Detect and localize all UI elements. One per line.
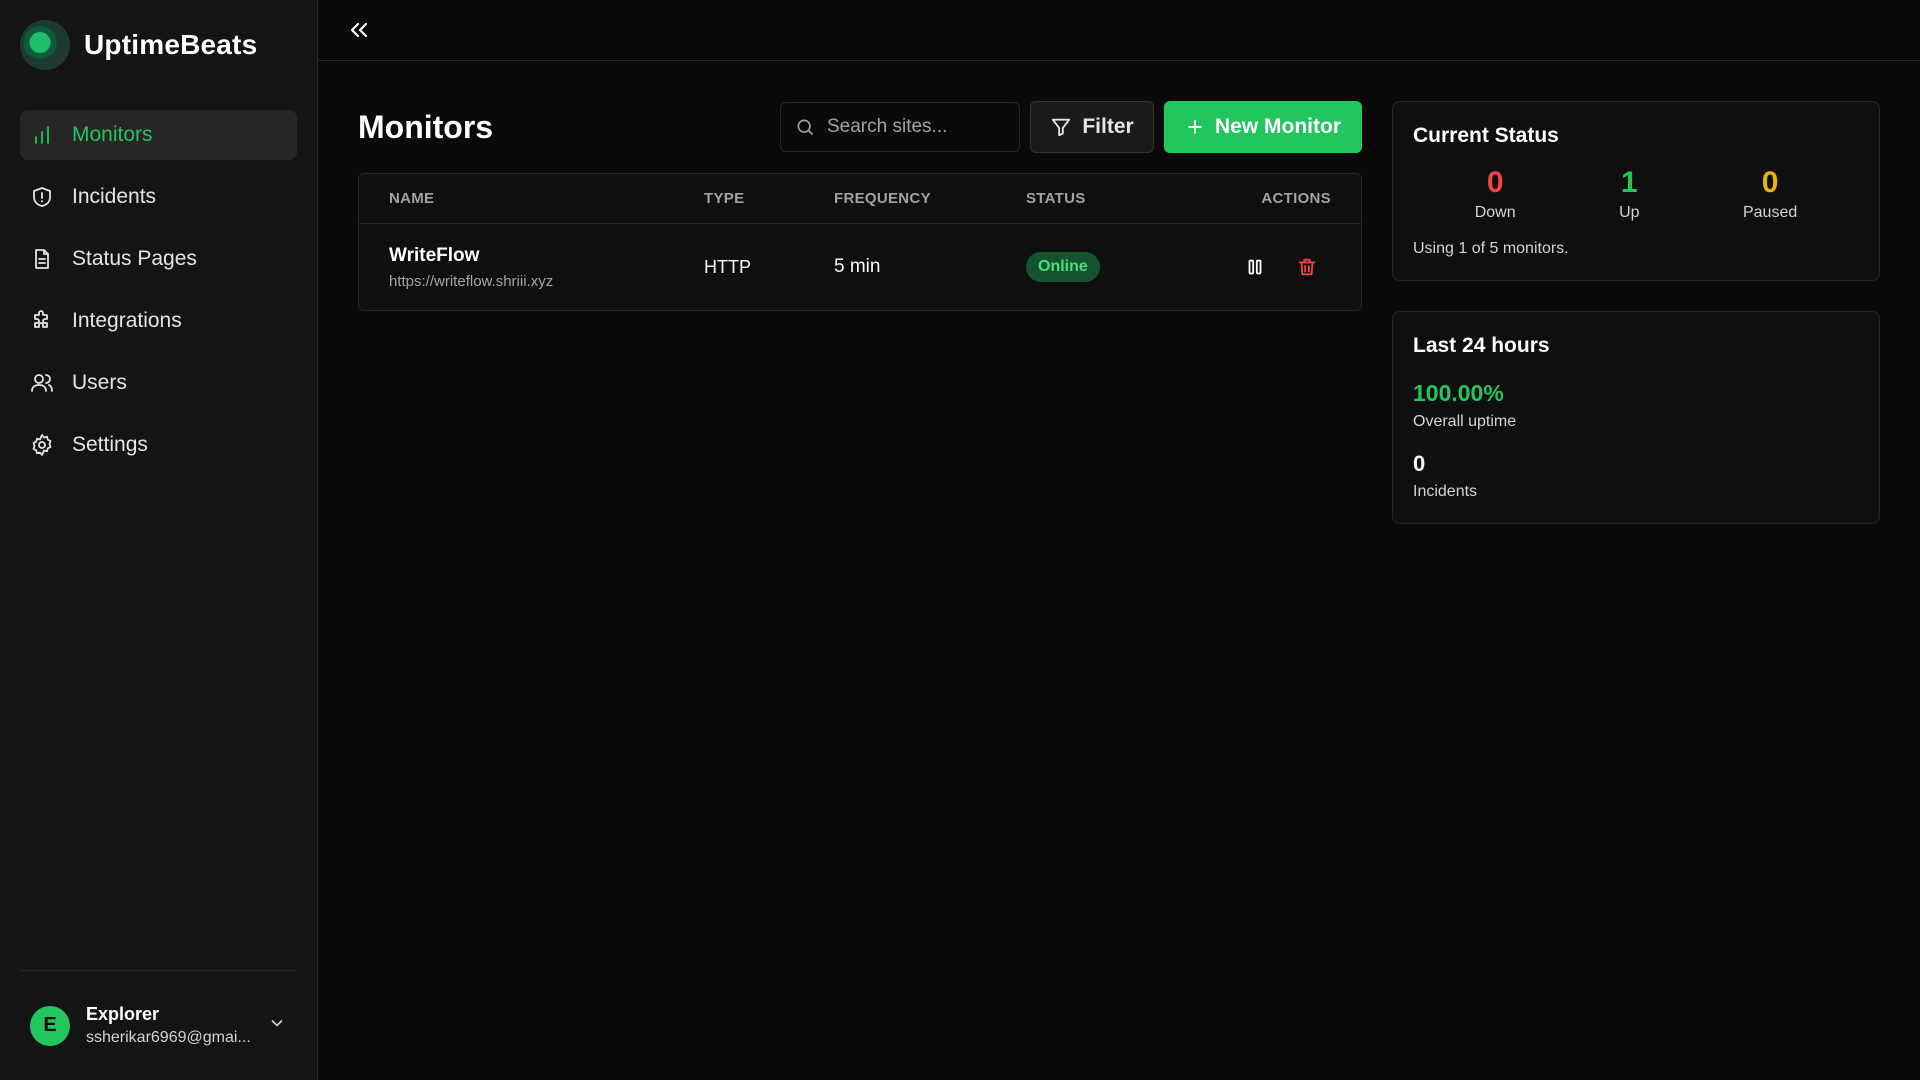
pause-button[interactable] — [1243, 255, 1267, 279]
plus-icon — [1188, 120, 1202, 134]
last-24-hours-card: Last 24 hours 100.00% Overall uptime 0 I… — [1392, 311, 1880, 524]
column-header-type: TYPE — [704, 190, 745, 207]
current-status-title: Current Status — [1413, 124, 1559, 147]
search-icon — [797, 119, 814, 136]
users-icon — [30, 371, 54, 395]
content: Monitors Filter New Monitor — [318, 61, 1920, 524]
avatar: E — [30, 1005, 70, 1046]
user-name: Explorer — [86, 1004, 160, 1024]
sidebar-item-label: Settings — [72, 433, 148, 456]
user-info: Explorer ssherikar6969@gmai... — [86, 1004, 251, 1047]
sidebar-item-settings[interactable]: Settings — [20, 420, 297, 470]
sidebar-item-incidents[interactable]: Incidents — [20, 172, 297, 222]
monitors-header: Monitors Filter New Monitor — [358, 101, 1362, 153]
usage-text: Using 1 of 5 monitors. — [1413, 240, 1569, 257]
sidebar-item-label: Incidents — [72, 185, 157, 208]
sidebar-item-integrations[interactable]: Integrations — [20, 296, 297, 346]
current-status-card: Current Status 0 Down 1 Up 0 Paused Usin… — [1392, 101, 1880, 281]
chevron-down-icon[interactable] — [267, 1013, 287, 1038]
monitors-section: Monitors Filter New Monitor — [358, 101, 1362, 524]
monitors-table: NAME TYPE FREQUENCY STATUS ACTIONS Write… — [358, 173, 1362, 311]
monitor-name[interactable]: WriteFlow — [389, 245, 704, 267]
status-badge: Online — [1026, 252, 1100, 282]
last-24-hours-title: Last 24 hours — [1413, 334, 1550, 357]
filter-label: Filter — [1082, 115, 1134, 138]
pause-icon — [1248, 259, 1262, 275]
column-header-name: NAME — [389, 190, 435, 207]
stat-paused: 0 Paused — [1743, 166, 1797, 222]
app-root: UptimeBeats Monitors Incidents Status Pa… — [0, 0, 1920, 1080]
up-label: Up — [1619, 204, 1640, 221]
brand[interactable]: UptimeBeats — [20, 0, 297, 90]
sidebar-item-monitors[interactable]: Monitors — [20, 110, 297, 160]
sidebar: UptimeBeats Monitors Incidents Status Pa… — [0, 0, 318, 1080]
sidebar-item-label: Users — [72, 371, 127, 394]
page-title: Monitors — [358, 108, 494, 145]
stat-up: 1 Up — [1619, 166, 1639, 222]
up-count: 1 — [1620, 166, 1638, 199]
monitor-name-cell: WriteFlow https://writeflow.shriii.xyz — [389, 245, 704, 290]
logo-icon — [20, 20, 70, 70]
user-menu[interactable]: E Explorer ssherikar6969@gmai... — [20, 970, 297, 1080]
paused-label: Paused — [1742, 204, 1798, 221]
column-header-status: STATUS — [1026, 190, 1086, 207]
sidebar-item-label: Status Pages — [72, 247, 197, 270]
down-label: Down — [1474, 204, 1516, 221]
user-email: ssherikar6969@gmai... — [86, 1029, 251, 1046]
monitor-type: HTTP — [704, 256, 751, 277]
sidebar-item-label: Integrations — [72, 309, 182, 332]
paused-count: 0 — [1761, 166, 1779, 199]
down-count: 0 — [1486, 166, 1504, 199]
bar-chart-icon — [30, 123, 54, 147]
sidebar-item-users[interactable]: Users — [20, 358, 297, 408]
incidents-label: Incidents — [1413, 483, 1478, 500]
new-monitor-label: New Monitor — [1215, 115, 1341, 138]
trash-icon — [1298, 258, 1316, 276]
shield-icon — [30, 185, 54, 209]
monitor-frequency: 5 min — [834, 256, 881, 277]
column-header-frequency: FREQUENCY — [834, 190, 931, 207]
sidebar-item-label: Monitors — [72, 123, 153, 146]
gear-icon — [30, 433, 54, 457]
filter-icon — [1052, 118, 1071, 137]
uptime-label: Overall uptime — [1413, 413, 1517, 430]
main-area: Monitors Filter New Monitor — [318, 0, 1920, 1080]
incidents-value: 0 — [1413, 451, 1426, 476]
uptime-value: 100.00% — [1413, 380, 1504, 406]
collapse-sidebar-button[interactable] — [344, 15, 374, 45]
stat-down: 0 Down — [1475, 166, 1516, 222]
sidebar-item-status-pages[interactable]: Status Pages — [20, 234, 297, 284]
table-row[interactable]: WriteFlow https://writeflow.shriii.xyz H… — [359, 224, 1361, 310]
table-header: NAME TYPE FREQUENCY STATUS ACTIONS — [359, 174, 1361, 224]
status-counts: 0 Down 1 Up 0 Paused — [1413, 166, 1859, 222]
puzzle-icon — [30, 309, 54, 333]
delete-button[interactable] — [1295, 255, 1319, 279]
status-cell: Online — [1026, 252, 1226, 282]
row-actions — [1226, 255, 1331, 279]
filter-button[interactable]: Filter — [1030, 101, 1154, 153]
new-monitor-button[interactable]: New Monitor — [1164, 101, 1362, 153]
brand-name: UptimeBeats — [84, 29, 258, 60]
chevrons-left-icon — [350, 22, 368, 38]
document-icon — [30, 247, 54, 271]
topbar — [318, 0, 1920, 61]
summary-panel: Current Status 0 Down 1 Up 0 Paused Usin… — [1392, 101, 1880, 524]
search-box[interactable] — [780, 102, 1020, 152]
sidebar-nav: Monitors Incidents Status Pages Integrat… — [20, 110, 297, 470]
search-input[interactable] — [827, 116, 997, 138]
monitor-url: https://writeflow.shriii.xyz — [389, 272, 554, 290]
column-header-actions: ACTIONS — [1261, 190, 1331, 207]
